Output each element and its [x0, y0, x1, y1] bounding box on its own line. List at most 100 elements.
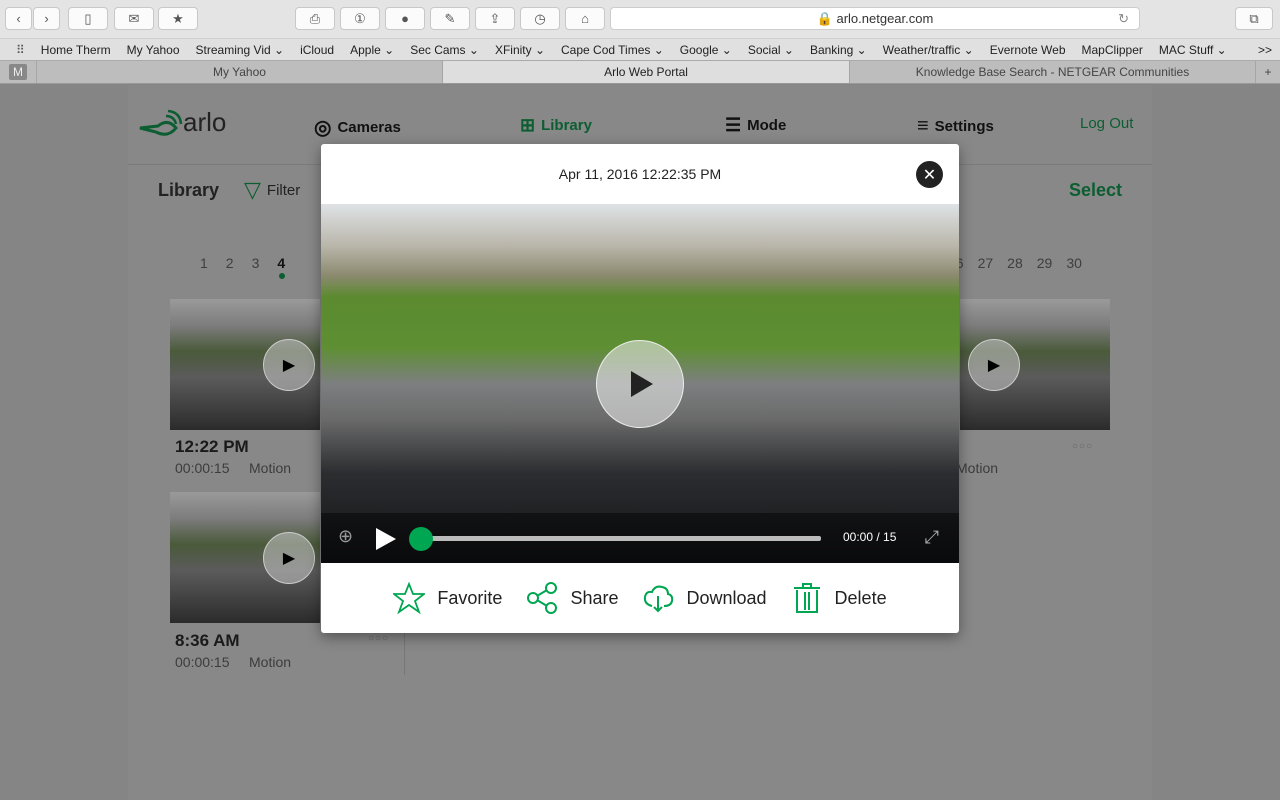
- bookmark[interactable]: Apple ⌄: [350, 43, 394, 57]
- bookmark[interactable]: Sec Cams ⌄: [410, 43, 479, 57]
- day[interactable]: 29: [1037, 255, 1053, 271]
- day[interactable]: 1: [200, 255, 208, 271]
- day-picker-right: 26 27 28 29 30: [948, 255, 1082, 271]
- tabs-overview-button[interactable]: ⧉: [1235, 7, 1273, 30]
- bookmark[interactable]: XFinity ⌄: [495, 43, 545, 57]
- bookmark[interactable]: MAC Stuff ⌄: [1159, 43, 1227, 57]
- grid-icon[interactable]: ⠿: [16, 43, 25, 57]
- nav-label: Library: [541, 117, 592, 134]
- day-label: 4: [277, 255, 286, 271]
- video-player[interactable]: ⊕ 00:00 / 15 ⤢: [321, 204, 959, 563]
- more-bookmarks-button[interactable]: >>: [1258, 43, 1272, 57]
- bookmark[interactable]: Weather/traffic ⌄: [883, 43, 974, 57]
- share-button[interactable]: Share: [526, 582, 618, 614]
- password-icon[interactable]: ①: [340, 7, 380, 30]
- home-icon[interactable]: ⌂: [565, 7, 605, 30]
- tab-arlo[interactable]: Arlo Web Portal: [443, 61, 850, 83]
- filter-icon: ▽: [244, 177, 261, 202]
- zoom-icon[interactable]: ⊕: [338, 526, 353, 547]
- filter-button[interactable]: ▽ Filter: [244, 177, 300, 203]
- filter-label: Filter: [266, 181, 301, 199]
- browser-toolbar: ‹ › ▯ ✉ ★ ⎙ ① ● ✎ ⇪ ◷ ⌂ 🔒 arlo.netgear.c…: [0, 0, 1280, 38]
- day[interactable]: 2: [226, 255, 234, 271]
- play-icon[interactable]: ▶: [263, 339, 315, 391]
- history-icon[interactable]: ◷: [520, 7, 560, 30]
- share-icon: [527, 582, 558, 614]
- nav-settings[interactable]: ≡ Settings: [917, 115, 994, 138]
- clip-player-modal: Apr 11, 2016 12:22:35 PM ✕ ⊕ 00:00 / 15 …: [321, 144, 959, 633]
- favorite-button[interactable]: Favorite: [393, 582, 502, 614]
- logout-link[interactable]: Log Out: [1080, 115, 1133, 132]
- select-button[interactable]: Select: [1069, 180, 1122, 201]
- trash-icon: [793, 583, 820, 613]
- mail-icon[interactable]: ✉: [114, 7, 154, 30]
- bookmark-icon[interactable]: ★: [158, 7, 198, 30]
- clip-thumbnail[interactable]: ▶: [170, 492, 320, 623]
- day-selected[interactable]: 4: [277, 255, 286, 279]
- arlo-logo[interactable]: arlo: [138, 107, 226, 138]
- bookmark[interactable]: Social ⌄: [748, 43, 794, 57]
- cloud-download-icon: [644, 585, 674, 613]
- day[interactable]: 30: [1066, 255, 1082, 271]
- bookmark[interactable]: Banking ⌄: [810, 43, 867, 57]
- player-controls: ⊕ 00:00 / 15 ⤢: [321, 513, 959, 563]
- seek-bar[interactable]: [421, 536, 821, 541]
- bookmark[interactable]: Evernote Web: [990, 43, 1066, 57]
- bookmark[interactable]: My Yahoo: [127, 43, 180, 57]
- seek-handle[interactable]: [409, 527, 433, 551]
- clip-thumbnail[interactable]: ▶: [960, 299, 1110, 430]
- close-button[interactable]: ✕: [916, 161, 943, 188]
- star-icon: [393, 582, 426, 614]
- back-button[interactable]: ‹: [5, 7, 32, 30]
- download-label: Download: [686, 587, 767, 608]
- bookmark[interactable]: Home Therm: [41, 43, 111, 57]
- day[interactable]: 3: [252, 255, 260, 271]
- nav-library[interactable]: ⊞ Library: [520, 115, 592, 136]
- tab-label: My Yahoo: [213, 65, 266, 79]
- reload-icon[interactable]: ↻: [1118, 11, 1129, 27]
- pinned-tab[interactable]: M: [0, 61, 37, 83]
- play-icon[interactable]: ▶: [968, 339, 1020, 391]
- logout-label: Log Out: [1080, 115, 1134, 132]
- fullscreen-icon[interactable]: ⤢: [925, 527, 939, 548]
- pinned-tab-label: M: [9, 64, 27, 80]
- new-tab-button[interactable]: +: [1256, 61, 1280, 83]
- play-icon[interactable]: ▶: [263, 532, 315, 584]
- bookmark[interactable]: Google ⌄: [680, 43, 732, 57]
- bookmark[interactable]: MapClipper: [1082, 43, 1143, 57]
- tab-knowledge-base[interactable]: Knowledge Base Search - NETGEAR Communit…: [850, 61, 1256, 83]
- delete-button[interactable]: Delete: [791, 582, 887, 614]
- clip-thumbnail[interactable]: ▶: [170, 299, 320, 430]
- tab-label: Arlo Web Portal: [604, 65, 688, 79]
- print-icon[interactable]: ⎙: [295, 7, 335, 30]
- day[interactable]: 27: [978, 255, 994, 271]
- sidebar-button[interactable]: ▯: [68, 7, 108, 30]
- nav-label: Cameras: [337, 119, 401, 136]
- more-options-icon[interactable]: ○○○: [368, 633, 389, 644]
- more-options-icon[interactable]: ○○○: [1072, 441, 1093, 452]
- day[interactable]: 28: [1007, 255, 1023, 271]
- tab-my-yahoo[interactable]: My Yahoo: [37, 61, 443, 83]
- play-icon[interactable]: [373, 526, 399, 552]
- clip-timestamp: Apr 11, 2016 12:22:35 PM: [558, 166, 722, 182]
- bookmarks-bar: ⠿ Home Therm My Yahoo Streaming Vid ⌄ iC…: [0, 38, 1280, 60]
- address-bar[interactable]: 🔒 arlo.netgear.com ↻: [610, 7, 1140, 30]
- bookmark[interactable]: Streaming Vid ⌄: [196, 43, 285, 57]
- bookmark[interactable]: Cape Cod Times ⌄: [561, 43, 664, 57]
- forward-button[interactable]: ›: [33, 7, 60, 30]
- play-button[interactable]: [596, 340, 684, 428]
- share-icon[interactable]: ⇪: [475, 7, 515, 30]
- library-title: Library: [158, 180, 220, 200]
- clip-type: Motion: [956, 460, 999, 476]
- ghostery-icon[interactable]: ●: [385, 7, 425, 30]
- bird-logo-icon: [139, 109, 183, 136]
- nav-mode[interactable]: ☰ Mode: [725, 115, 786, 136]
- modal-header: Apr 11, 2016 12:22:35 PM ✕: [321, 144, 959, 204]
- close-icon: ✕: [922, 166, 937, 184]
- time-readout: 00:00 / 15: [843, 530, 897, 544]
- download-button[interactable]: Download: [642, 582, 767, 614]
- evernote-icon[interactable]: ✎: [430, 7, 470, 30]
- bookmark[interactable]: iCloud: [300, 43, 334, 57]
- nav-cameras[interactable]: ◎ Cameras: [314, 115, 401, 140]
- share-label: Share: [570, 587, 619, 608]
